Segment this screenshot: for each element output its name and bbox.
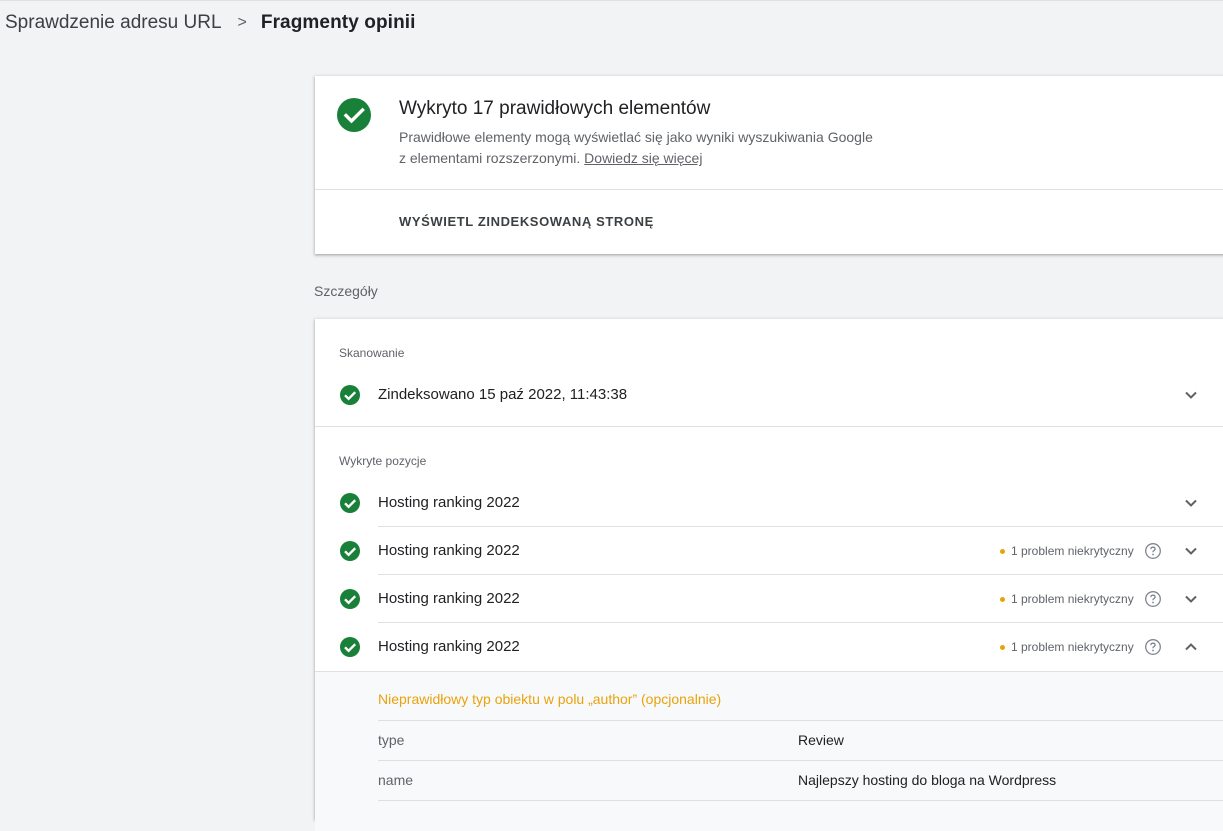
- check-circle-icon: [340, 589, 360, 609]
- issue-badge: 1 problem niekrytyczny: [1000, 544, 1134, 558]
- detected-item-row[interactable]: Hosting ranking 2022 1 problem niekrytyc…: [315, 575, 1223, 623]
- details-card: Skanowanie Zindeksowano 15 paź 2022, 11:…: [315, 319, 1223, 831]
- description-line-1: Prawidłowe elementy mogą wyświetlać się …: [399, 129, 873, 145]
- property-row: type Review: [378, 720, 1223, 760]
- crawl-date: Zindeksowano 15 paź 2022, 11:43:38: [378, 386, 628, 403]
- summary-card: Wykryto 17 prawidłowych elementów Prawid…: [315, 76, 1223, 254]
- issue-badge: 1 problem niekrytyczny: [1000, 592, 1134, 606]
- chevron-down-icon[interactable]: [1181, 385, 1201, 405]
- expanded-item-details: Nieprawidłowy typ obiektu w polu „author…: [315, 671, 1223, 831]
- property-value: Najlepszy hosting do bloga na Wordpress: [798, 772, 1057, 788]
- breadcrumb-parent[interactable]: Sprawdzenie adresu URL: [5, 12, 222, 34]
- chevron-right-icon: >: [237, 14, 247, 31]
- detected-item-title: Hosting ranking 2022: [378, 494, 520, 511]
- description-line-2: z elementami rozszerzonymi.: [399, 150, 581, 166]
- property-key: type: [378, 732, 405, 748]
- crawl-label: Skanowanie: [339, 346, 405, 360]
- help-icon[interactable]: [1144, 590, 1162, 608]
- check-circle-icon: [340, 385, 360, 405]
- issue-badge: 1 problem niekrytyczny: [1000, 640, 1134, 654]
- issue-count: 1 problem niekrytyczny: [1011, 640, 1134, 654]
- page-title: Fragmenty opinii: [260, 12, 416, 33]
- issue-count: 1 problem niekrytyczny: [1011, 592, 1134, 606]
- learn-more-link[interactable]: Dowiedz się więcej: [584, 150, 702, 166]
- issue-count: 1 problem niekrytyczny: [1011, 544, 1134, 558]
- check-circle-icon: [337, 98, 371, 132]
- warning-dot-icon: [1000, 644, 1005, 650]
- summary-title: Wykryto 17 prawidłowych elementów: [399, 98, 711, 119]
- detected-item-title: Hosting ranking 2022: [378, 542, 520, 559]
- chevron-down-icon[interactable]: [1181, 493, 1201, 513]
- detected-item-title: Hosting ranking 2022: [378, 638, 520, 655]
- view-indexed-page-button[interactable]: WYŚWIETL ZINDEKSOWANĄ STRONĘ: [399, 214, 654, 229]
- chevron-down-icon[interactable]: [1181, 589, 1201, 609]
- detected-item-title: Hosting ranking 2022: [378, 590, 520, 607]
- row-divider: [378, 800, 1223, 801]
- property-key: name: [378, 772, 414, 788]
- check-circle-icon: [340, 541, 360, 561]
- section-divider: [315, 426, 1223, 427]
- check-circle-icon: [340, 493, 360, 513]
- crawl-row[interactable]: Zindeksowano 15 paź 2022, 11:43:38: [315, 371, 1223, 419]
- detected-item-row[interactable]: Hosting ranking 2022 1 problem niekrytyc…: [315, 623, 1223, 671]
- summary-description: Prawidłowe elementy mogą wyświetlać się …: [399, 127, 939, 169]
- detected-items-label: Wykryte pozycje: [339, 454, 427, 468]
- check-circle-icon: [340, 637, 360, 657]
- help-icon[interactable]: [1144, 542, 1162, 560]
- chevron-up-icon[interactable]: [1181, 637, 1201, 657]
- help-icon[interactable]: [1144, 638, 1162, 656]
- property-row: name Najlepszy hosting do bloga na Wordp…: [378, 760, 1223, 800]
- breadcrumb: Sprawdzenie adresu URL > Fragmenty opini…: [5, 11, 416, 35]
- detected-item-row[interactable]: Hosting ranking 2022: [315, 479, 1223, 527]
- top-divider: [0, 0, 1223, 3]
- property-value: Review: [798, 732, 844, 748]
- summary-header: Wykryto 17 prawidłowych elementów Prawid…: [315, 76, 1223, 190]
- detected-item-row[interactable]: Hosting ranking 2022 1 problem niekrytyc…: [315, 527, 1223, 575]
- details-section-label: Szczegóły: [314, 283, 378, 299]
- warning-title: Nieprawidłowy typ obiektu w polu „author…: [378, 691, 722, 707]
- chevron-down-icon[interactable]: [1181, 541, 1201, 561]
- warning-dot-icon: [1000, 548, 1005, 554]
- warning-dot-icon: [1000, 596, 1005, 602]
